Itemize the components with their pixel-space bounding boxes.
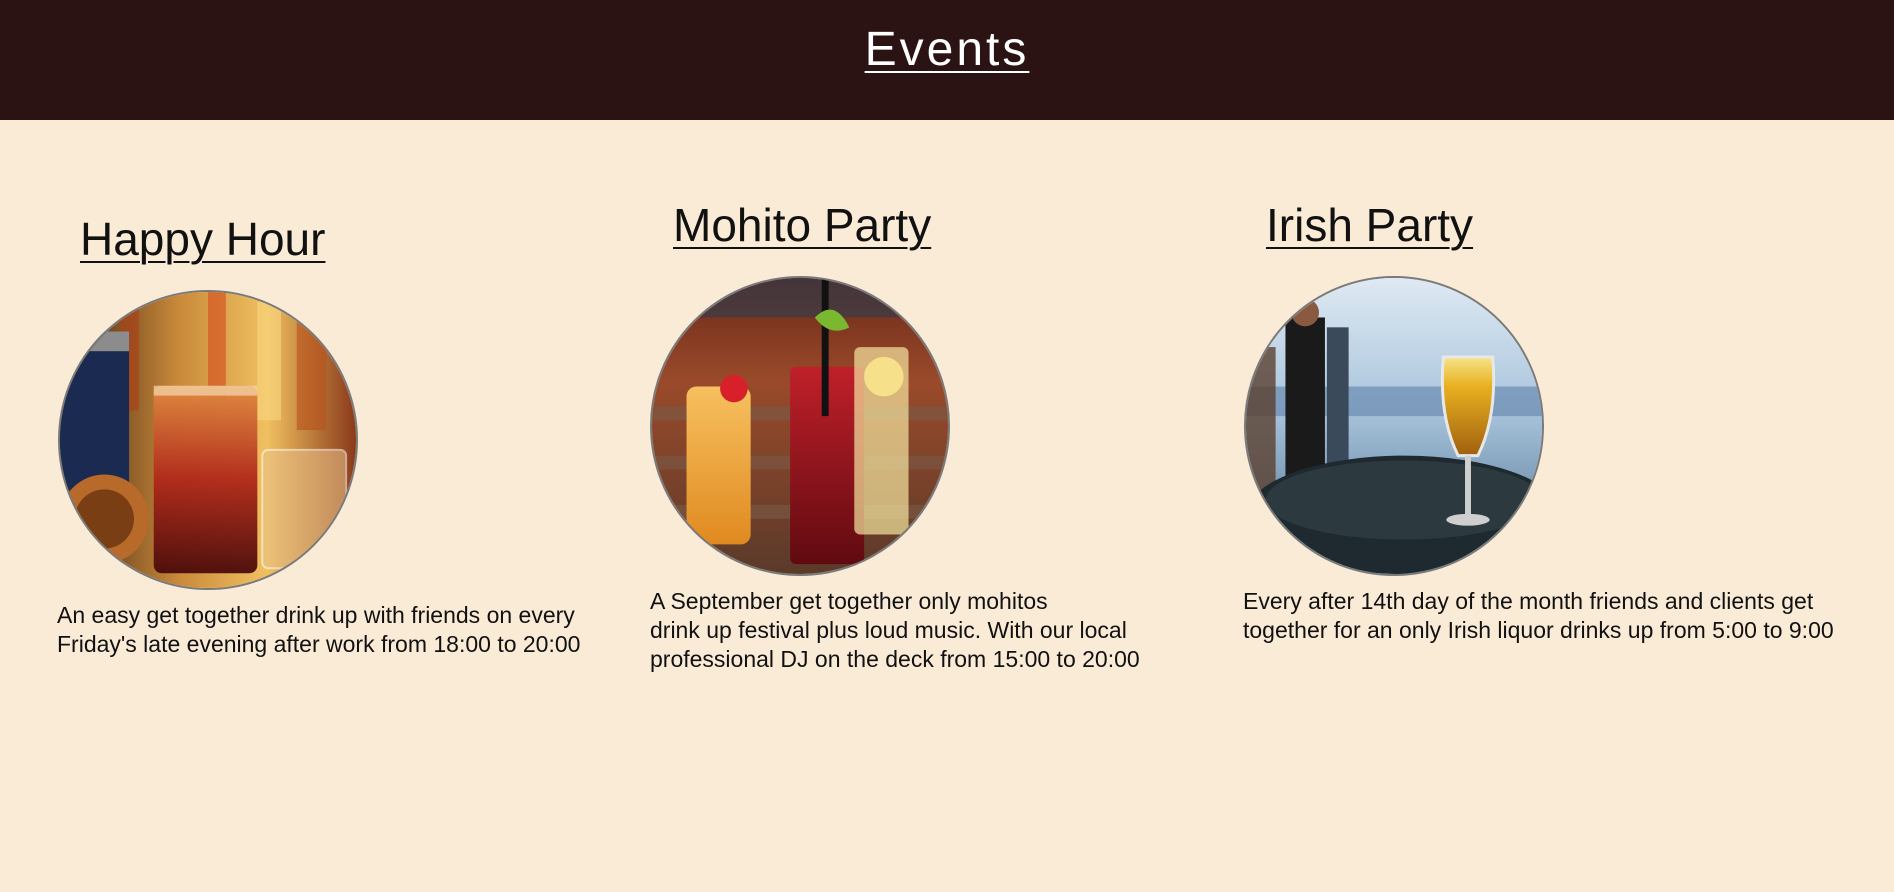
mojito-drinks-photo-icon <box>650 276 950 576</box>
beer-glass-photo-icon <box>1244 276 1544 576</box>
event-title-happy-hour: Happy Hour <box>80 213 326 265</box>
header-bar: Events <box>0 0 1894 120</box>
event-description-line: drink up festival plus loud music. With … <box>650 617 1140 672</box>
event-description-mohito-party: A September get together only mohitos dr… <box>650 587 1170 674</box>
event-description-happy-hour: An easy get together drink up with frien… <box>57 602 581 657</box>
event-title-mohito-party: Mohito Party <box>673 199 932 251</box>
event-description-irish-party: Every after 14th day of the month friend… <box>1243 588 1834 643</box>
cocktail-bar-photo-icon <box>58 290 358 590</box>
event-description-line: A September get together only mohitos <box>650 588 1048 614</box>
event-title-irish-party: Irish Party <box>1266 199 1474 251</box>
page-title: Events <box>864 23 1030 76</box>
